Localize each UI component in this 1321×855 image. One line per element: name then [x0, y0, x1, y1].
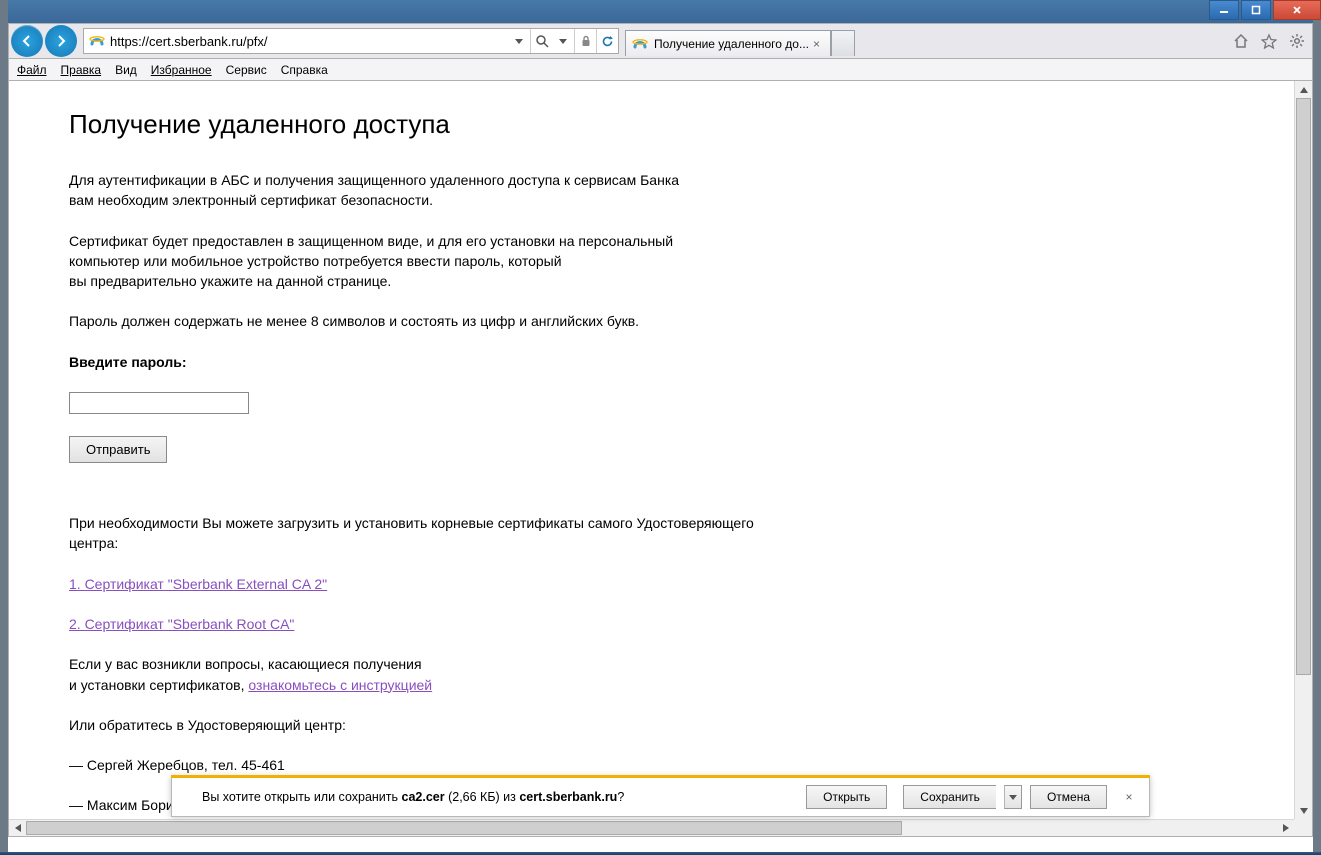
page-content: Получение удаленного доступа Для аутенти…	[9, 81, 1292, 836]
notification-close-icon[interactable]: ×	[1121, 790, 1137, 804]
scroll-up-icon[interactable]	[1295, 81, 1312, 98]
contact-center: Или обратитесь в Удостоверяющий центр:	[69, 715, 1242, 735]
submit-button[interactable]: Отправить	[69, 436, 167, 463]
close-button[interactable]	[1273, 0, 1321, 20]
contact-1: — Сергей Жеребцов, тел. 45-461	[69, 755, 1242, 775]
page-title: Получение удаленного доступа	[69, 109, 1242, 140]
cancel-button[interactable]: Отмена	[1030, 785, 1107, 809]
dropdown-icon[interactable]	[508, 29, 530, 53]
password-label: Введите пароль:	[69, 352, 1242, 372]
site-favicon-ie-icon	[88, 33, 106, 49]
tools-gear-icon[interactable]	[1288, 32, 1306, 50]
menu-favorites[interactable]: Избранное	[151, 63, 212, 77]
menu-service[interactable]: Сервис	[226, 63, 267, 77]
tab-title: Получение удаленного до...	[654, 37, 809, 51]
password-rules: Пароль должен содержать не менее 8 симво…	[69, 311, 1242, 331]
address-bar[interactable]	[83, 28, 619, 54]
new-tab-button[interactable]	[831, 30, 855, 56]
save-dropdown-button[interactable]	[1004, 785, 1022, 809]
scroll-down-icon[interactable]	[1295, 802, 1312, 819]
save-button[interactable]: Сохранить	[903, 785, 996, 809]
window-controls	[1207, 0, 1321, 23]
menu-file[interactable]: Файл	[17, 63, 47, 77]
url-input[interactable]	[110, 30, 508, 52]
scroll-thumb-v[interactable]	[1296, 98, 1311, 675]
link-cert-external-ca2[interactable]: 1. Сертификат "Sberbank External CA 2"	[69, 576, 327, 592]
back-button[interactable]	[11, 25, 43, 57]
page-viewport: Получение удаленного доступа Для аутенти…	[8, 81, 1313, 837]
home-icon[interactable]	[1232, 32, 1250, 50]
scroll-left-icon[interactable]	[9, 820, 26, 836]
tab-close-icon[interactable]: ×	[809, 37, 824, 51]
password-input[interactable]	[69, 392, 249, 414]
download-notification-bar: Вы хотите открыть или сохранить ca2.cer …	[171, 777, 1150, 817]
intro-paragraph-1: Для аутентификации в АБС и получения защ…	[69, 170, 1242, 211]
intro-paragraph-2: Сертификат будет предоставлен в защищенн…	[69, 231, 1242, 292]
download-message: Вы хотите открыть или сохранить ca2.cer …	[172, 790, 798, 804]
favorites-icon[interactable]	[1260, 32, 1278, 50]
tab-favicon-ie-icon	[632, 36, 648, 52]
search-dropdown-icon[interactable]	[552, 29, 574, 53]
help-paragraph: Если у вас возникли вопросы, касающиеся …	[69, 654, 1242, 695]
horizontal-scrollbar[interactable]	[9, 819, 1294, 836]
forward-button[interactable]	[45, 25, 77, 57]
vertical-scrollbar[interactable]	[1294, 81, 1312, 819]
menu-view[interactable]: Вид	[115, 63, 137, 77]
refresh-icon[interactable]	[596, 29, 618, 53]
menu-edit[interactable]: Правка	[61, 63, 102, 77]
scroll-thumb-h[interactable]	[26, 821, 902, 835]
browser-toolbar: Получение удаленного до... ×	[8, 23, 1313, 59]
search-icon[interactable]	[530, 29, 552, 53]
maximize-button[interactable]	[1241, 0, 1271, 20]
open-button[interactable]: Открыть	[806, 785, 887, 809]
scroll-corner	[1294, 819, 1312, 836]
lock-icon[interactable]	[574, 29, 596, 53]
tab-active[interactable]: Получение удаленного до... ×	[625, 30, 831, 56]
scroll-right-icon[interactable]	[1277, 820, 1294, 836]
link-cert-root-ca[interactable]: 2. Сертификат "Sberbank Root CA"	[69, 616, 294, 632]
root-certs-intro: При необходимости Вы можете загрузить и …	[69, 513, 1242, 554]
menu-bar: Файл Правка Вид Избранное Сервис Справка	[8, 59, 1313, 81]
minimize-button[interactable]	[1209, 0, 1239, 20]
link-instructions[interactable]: ознакомьтесь с инструкцией	[248, 677, 432, 693]
menu-help[interactable]: Справка	[281, 63, 328, 77]
